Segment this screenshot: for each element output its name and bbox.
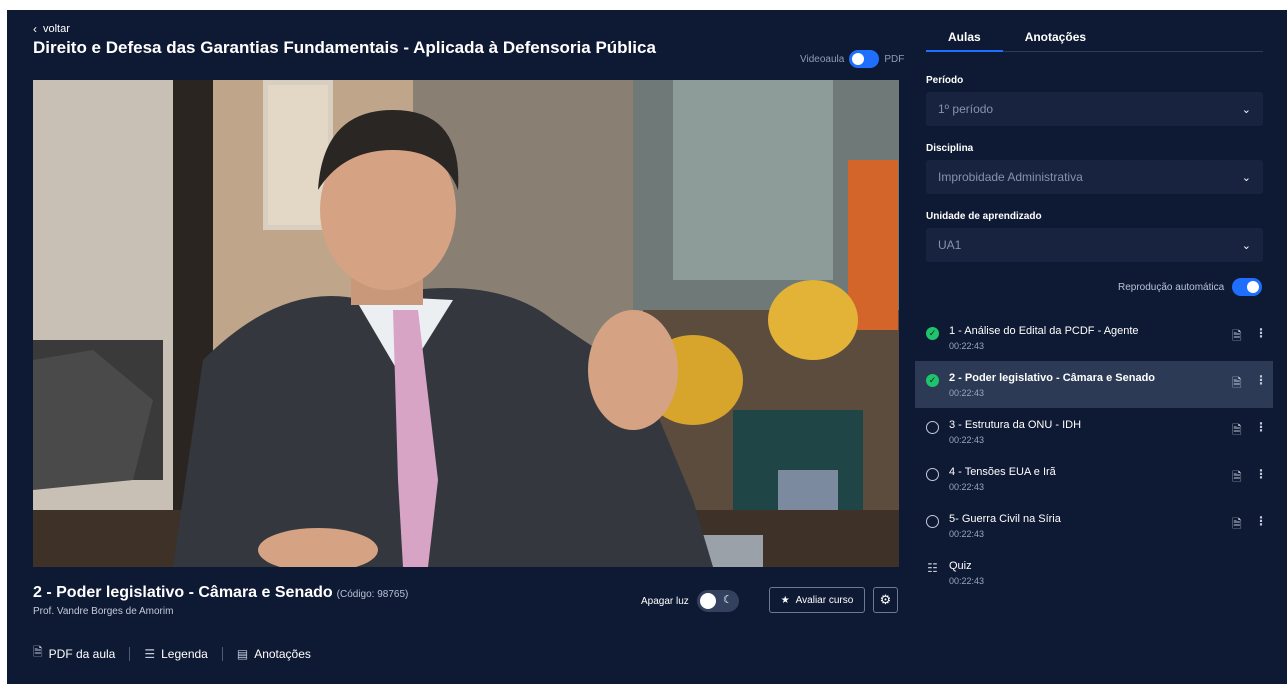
notes-icon: ▤	[236, 646, 249, 661]
mode-video-label: Videoaula	[800, 53, 845, 65]
period-select[interactable]: 1º período ⌄	[926, 92, 1263, 126]
star-icon: ★	[780, 594, 790, 606]
period-label: Período	[926, 75, 964, 86]
autoplay-switch[interactable]	[1232, 278, 1263, 296]
back-link[interactable]: ‹ voltar	[33, 22, 70, 36]
lesson-item-duration: 00:22:43	[949, 435, 985, 445]
file-icon[interactable]: 🗎	[1232, 421, 1242, 442]
chevron-down-icon: ⌄	[1241, 239, 1251, 252]
lesson-item[interactable]: ✓ 1 - Análise do Edital da PCDF - Agente…	[915, 314, 1273, 361]
lesson-item-name: 2 - Poder legislativo - Câmara e Senado	[949, 372, 1156, 384]
lesson-item-active[interactable]: ✓ 2 - Poder legislativo - Câmara e Senad…	[915, 361, 1273, 408]
rate-course-label: Avaliar curso	[795, 594, 854, 606]
autoplay-label: Reprodução automática	[1118, 281, 1225, 293]
discipline-label: Disciplina	[926, 143, 974, 154]
quiz-item-duration: 00:22:43	[949, 576, 985, 586]
video-frame	[33, 80, 899, 567]
lesson-code: (Código: 98765)	[336, 589, 409, 600]
more-options-icon[interactable]: ⋮	[1255, 514, 1267, 528]
page-title: Direito e Defesa das Garantias Fundament…	[33, 38, 656, 57]
check-circle-icon: ✓	[926, 374, 939, 387]
empty-circle-icon	[926, 421, 939, 434]
pdf-lesson-label: PDF da aula	[48, 646, 116, 661]
lesson-item-duration: 00:22:43	[949, 529, 985, 539]
unit-label: Unidade de aprendizado	[926, 211, 1042, 222]
lesson-item-duration: 00:22:43	[949, 482, 985, 492]
back-label: voltar	[43, 23, 70, 35]
autoplay-toggle[interactable]: Reprodução automática	[1118, 278, 1263, 296]
moon-icon: ☾	[722, 594, 733, 606]
check-circle-icon: ✓	[926, 327, 939, 340]
file-icon[interactable]: 🗎	[1232, 374, 1242, 395]
period-value: 1º período	[938, 102, 994, 116]
chevron-left-icon: ‹	[33, 22, 37, 36]
lesson-item-name: 5- Guerra Civil na Síria	[949, 513, 1061, 525]
unit-select[interactable]: UA1 ⌄	[926, 228, 1263, 262]
lesson-title: 2 - Poder legislativo - Câmara e Senado(…	[33, 584, 408, 602]
quiz-item-name: Quiz	[949, 560, 972, 572]
lesson-item-duration: 00:22:43	[949, 341, 985, 351]
lesson-item-name: 1 - Análise do Edital da PCDF - Agente	[949, 325, 1139, 337]
lesson-item-name: 4 - Tensões EUA e Irã	[949, 466, 1056, 478]
empty-circle-icon	[926, 515, 939, 528]
tab-aulas[interactable]: Aulas	[926, 28, 1003, 52]
pdf-lesson-link[interactable]: 🗎 PDF da aula	[33, 643, 115, 664]
chevron-down-icon: ⌄	[1241, 103, 1251, 116]
subtitles-label: Legenda	[161, 646, 208, 661]
lesson-footer-links: 🗎 PDF da aula ☰ Legenda ▤ Anotações	[33, 643, 311, 664]
mode-pdf-label: PDF	[884, 53, 905, 65]
more-options-icon[interactable]: ⋮	[1255, 420, 1267, 434]
subtitles-link[interactable]: ☰ Legenda	[144, 647, 207, 661]
lights-off-toggle[interactable]: Apagar luz ☾	[641, 590, 739, 612]
quiz-item[interactable]: ☷ Quiz 00:22:43	[915, 549, 1273, 596]
rate-course-button[interactable]: ★ Avaliar curso	[769, 587, 865, 613]
lesson-list: ✓ 1 - Análise do Edital da PCDF - Agente…	[915, 314, 1273, 596]
discipline-value: Improbidade Administrativa	[938, 170, 1083, 184]
course-player-app: ‹ voltar Direito e Defesa das Garantias …	[7, 10, 1287, 684]
chevron-down-icon: ⌄	[1241, 171, 1251, 184]
lesson-item[interactable]: 4 - Tensões EUA e Irã 00:22:43 🗎 ⋮	[915, 455, 1273, 502]
lesson-item-name: 3 - Estrutura da ONU - IDH	[949, 419, 1082, 431]
video-player[interactable]	[33, 80, 899, 567]
unit-value: UA1	[938, 238, 962, 252]
lesson-item[interactable]: 3 - Estrutura da ONU - IDH 00:22:43 🗎 ⋮	[915, 408, 1273, 455]
divider	[221, 646, 223, 661]
lesson-title-text: 2 - Poder legislativo - Câmara e Senado	[33, 584, 333, 601]
discipline-select[interactable]: Improbidade Administrativa ⌄	[926, 160, 1263, 194]
empty-circle-icon	[926, 468, 939, 481]
lesson-item-duration: 00:22:43	[949, 388, 985, 398]
mode-switch[interactable]	[849, 50, 880, 68]
sidebar-tabs: Aulas Anotações	[926, 28, 1263, 52]
notes-label: Anotações	[254, 646, 311, 661]
settings-button[interactable]: ⚙	[873, 587, 898, 613]
more-options-icon[interactable]: ⋮	[1255, 467, 1267, 481]
lesson-item[interactable]: 5- Guerra Civil na Síria 00:22:43 🗎 ⋮	[915, 502, 1273, 549]
checklist-icon: ☷	[927, 561, 938, 575]
more-options-icon[interactable]: ⋮	[1255, 373, 1267, 387]
tab-anotacoes[interactable]: Anotações	[1003, 28, 1108, 52]
notes-link[interactable]: ▤ Anotações	[237, 647, 311, 661]
file-icon[interactable]: 🗎	[1232, 468, 1242, 489]
video-pdf-toggle[interactable]: Videoaula PDF	[800, 50, 904, 68]
lights-off-label: Apagar luz	[641, 595, 689, 607]
file-icon[interactable]: 🗎	[1232, 515, 1242, 536]
more-options-icon[interactable]: ⋮	[1255, 326, 1267, 340]
subtitles-icon: ☰	[144, 646, 156, 661]
divider	[129, 646, 131, 661]
gear-icon: ⚙	[879, 592, 892, 607]
professor-name: Prof. Vandre Borges de Amorim	[33, 606, 174, 617]
pdf-file-icon: 🗎	[33, 645, 43, 659]
lights-off-switch[interactable]: ☾	[696, 590, 739, 612]
download-file-icon[interactable]: 🗎	[1232, 327, 1242, 348]
